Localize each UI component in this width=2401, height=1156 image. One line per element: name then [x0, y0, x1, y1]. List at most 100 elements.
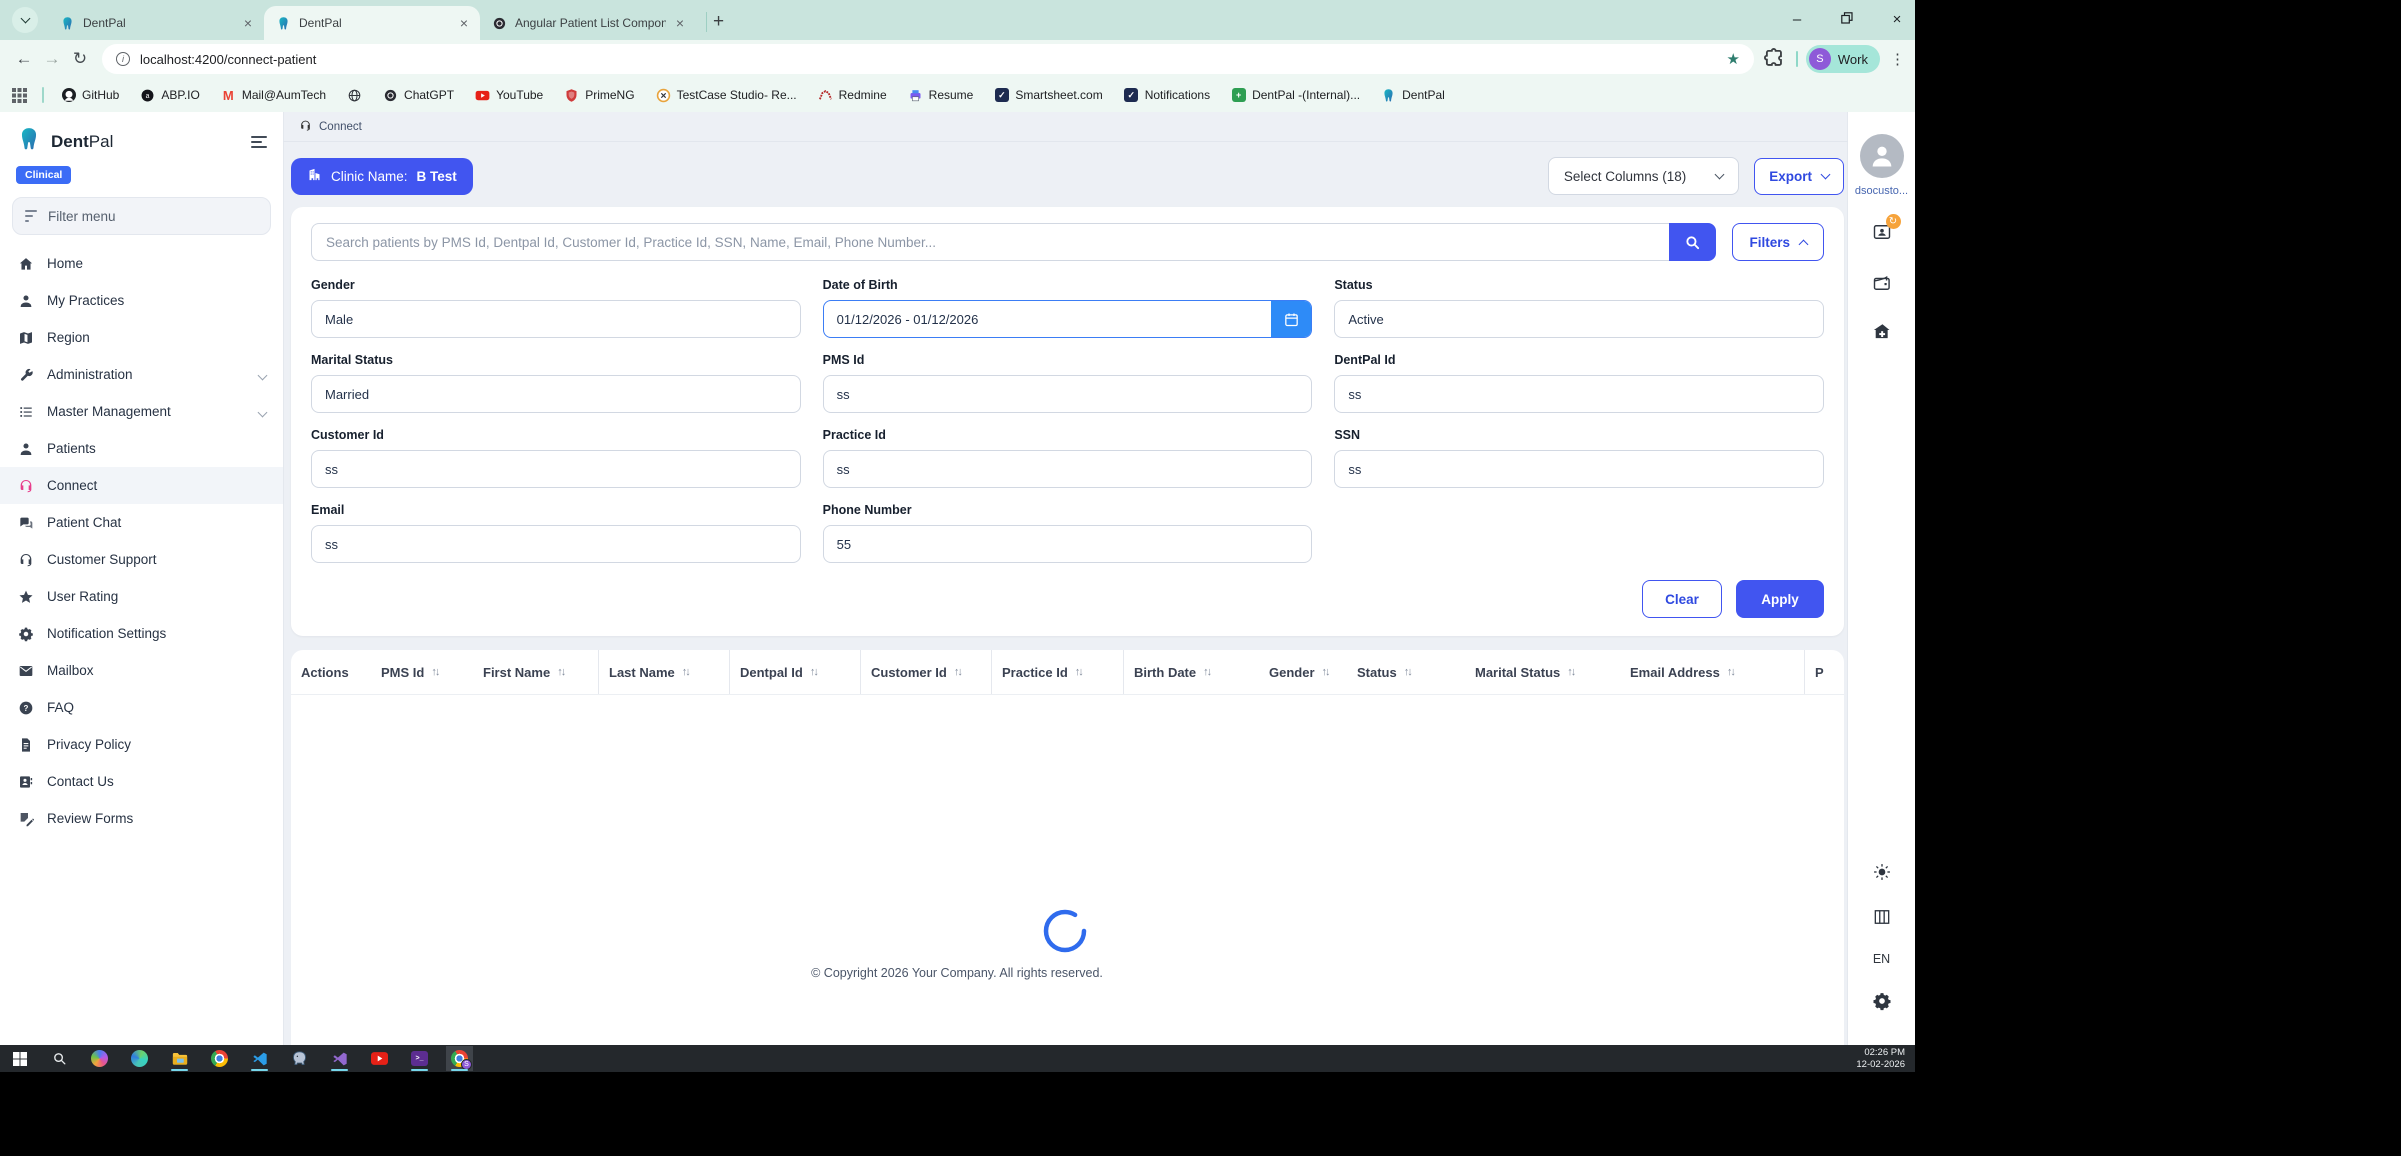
- sort-icon[interactable]: ↑↓: [1203, 666, 1212, 678]
- wallet-icon[interactable]: [1871, 272, 1893, 294]
- apply-button[interactable]: Apply: [1736, 580, 1824, 618]
- taskbar-terminal[interactable]: >_: [406, 1046, 433, 1071]
- sidebar-item-region[interactable]: Region: [0, 319, 283, 356]
- contact-sync-icon[interactable]: ↻: [1871, 214, 1901, 245]
- column-header-marital-status[interactable]: Marital Status ↑↓: [1465, 650, 1620, 694]
- sidebar-item-contact-us[interactable]: Contact Us: [0, 763, 283, 800]
- column-header-first-name[interactable]: First Name ↑↓: [473, 650, 599, 694]
- sidebar-item-privacy-policy[interactable]: Privacy Policy: [0, 726, 283, 763]
- sort-icon[interactable]: ↑↓: [1404, 666, 1413, 678]
- patient-search-input[interactable]: [311, 223, 1670, 261]
- taskbar-copilot[interactable]: [86, 1046, 113, 1071]
- theme-sun-icon[interactable]: [1872, 862, 1892, 882]
- forward-icon[interactable]: →: [38, 45, 66, 73]
- sidebar-item-mailbox[interactable]: Mailbox: [0, 652, 283, 689]
- column-header-pms-id[interactable]: PMS Id ↑↓: [371, 650, 473, 694]
- filter-ssn-input[interactable]: [1334, 450, 1824, 488]
- filters-toggle-button[interactable]: Filters: [1732, 223, 1824, 261]
- user-avatar[interactable]: [1859, 134, 1904, 178]
- sort-icon[interactable]: ↑↓: [1075, 666, 1084, 678]
- restore-button[interactable]: [1837, 11, 1857, 28]
- menu-filter-box[interactable]: [12, 197, 271, 235]
- filter-pms-id-input[interactable]: [822, 375, 1313, 413]
- filter-phone-number-input[interactable]: [822, 525, 1313, 563]
- browser-tab-angular-patient-list-componen[interactable]: Angular Patient List Componen ×: [480, 6, 696, 40]
- back-icon[interactable]: ←: [10, 45, 38, 73]
- taskbar-edge[interactable]: [126, 1046, 153, 1071]
- bookmark-github[interactable]: GitHub: [61, 88, 119, 103]
- sort-icon[interactable]: ↑↓: [810, 666, 819, 678]
- filter-date-of-birth-input[interactable]: 01/12/2026 - 01/12/2026: [822, 300, 1313, 338]
- extensions-icon[interactable]: [1762, 46, 1788, 72]
- filter-status-input[interactable]: [1334, 300, 1824, 338]
- calendar-button[interactable]: [1271, 301, 1312, 337]
- sidebar-item-faq[interactable]: ? FAQ: [0, 689, 283, 726]
- bookmark-abp-io[interactable]: a ABP.IO: [140, 88, 200, 103]
- bookmark-primeng[interactable]: PrimeNG: [564, 88, 635, 103]
- taskbar-pgadmin[interactable]: [286, 1046, 313, 1071]
- address-bar[interactable]: i localhost:4200/connect-patient ★: [102, 44, 1754, 74]
- sort-icon[interactable]: ↑↓: [1727, 666, 1736, 678]
- bookmark-redmine[interactable]: Redmine: [818, 88, 887, 103]
- sort-icon[interactable]: ↑↓: [682, 666, 691, 678]
- sort-icon[interactable]: ↑↓: [1322, 666, 1331, 678]
- sidebar-item-master-management[interactable]: Master Management: [0, 393, 283, 430]
- taskbar-chrome-profile[interactable]: S: [446, 1046, 473, 1071]
- tab-close-icon[interactable]: ×: [674, 15, 686, 31]
- search-button[interactable]: [1669, 223, 1717, 261]
- apps-grid-icon[interactable]: [12, 87, 27, 103]
- taskbar-chrome[interactable]: [206, 1046, 233, 1071]
- filter-marital-status-input[interactable]: [311, 375, 801, 413]
- bookmark-youtube[interactable]: YouTube: [475, 88, 543, 103]
- sort-icon[interactable]: ↑↓: [431, 666, 440, 678]
- site-info-icon[interactable]: i: [116, 52, 130, 66]
- home-plus-icon[interactable]: [1871, 321, 1893, 343]
- bookmark-testcase-studio-re[interactable]: TestCase Studio- Re...: [656, 88, 797, 103]
- sidebar-item-customer-support[interactable]: Customer Support: [0, 541, 283, 578]
- reload-icon[interactable]: ↻: [66, 45, 94, 73]
- taskbar-youtube[interactable]: [366, 1046, 393, 1071]
- filter-practice-id-input[interactable]: [822, 450, 1313, 488]
- close-button[interactable]: ×: [1887, 11, 1907, 28]
- taskbar-clock[interactable]: 02:26 PM 12-02-2026: [1856, 1047, 1915, 1071]
- sidebar-item-patients[interactable]: Patients: [0, 430, 283, 467]
- taskbar-file-explorer[interactable]: [166, 1046, 193, 1071]
- column-header-birth-date[interactable]: Birth Date ↑↓: [1124, 650, 1259, 694]
- column-header-gender[interactable]: Gender ↑↓: [1259, 650, 1347, 694]
- sidebar-item-home[interactable]: Home: [0, 245, 283, 282]
- column-header-email-address[interactable]: Email Address ↑↓: [1620, 650, 1805, 694]
- filter-gender-input[interactable]: [311, 300, 801, 338]
- browser-tab-dentpal[interactable]: DentPal ×: [264, 6, 480, 40]
- settings-gear-icon[interactable]: [1872, 991, 1892, 1011]
- taskbar-start[interactable]: [6, 1046, 33, 1071]
- bookmark-dentpal-internal[interactable]: + DentPal -(Internal)...: [1231, 88, 1360, 103]
- bookmark-chatgpt[interactable]: ChatGPT: [383, 88, 454, 103]
- browser-menu-icon[interactable]: ⋮: [1890, 50, 1905, 68]
- select-columns-dropdown[interactable]: Select Columns (18): [1547, 157, 1740, 195]
- sidebar-toggle-icon[interactable]: [251, 135, 267, 148]
- column-header-last-name[interactable]: Last Name ↑↓: [599, 650, 730, 694]
- sidebar-item-user-rating[interactable]: User Rating: [0, 578, 283, 615]
- bookmark-resume[interactable]: Resume: [908, 88, 973, 103]
- sort-icon[interactable]: ↑↓: [954, 666, 963, 678]
- bookmark-mail-aumtech[interactable]: M Mail@AumTech: [221, 88, 326, 103]
- filter-customer-id-input[interactable]: [311, 450, 801, 488]
- minimize-button[interactable]: –: [1787, 11, 1807, 28]
- tab-close-icon[interactable]: ×: [242, 15, 254, 31]
- sidebar-item-administration[interactable]: Administration: [0, 356, 283, 393]
- bookmark-smartsheet-com[interactable]: ✓ Smartsheet.com: [994, 88, 1103, 103]
- clear-button[interactable]: Clear: [1642, 580, 1722, 618]
- column-header-practice-id[interactable]: Practice Id ↑↓: [992, 650, 1124, 694]
- profile-chip[interactable]: S Work: [1805, 45, 1880, 73]
- sidebar-item-connect[interactable]: Connect: [0, 467, 283, 504]
- bookmark-star-icon[interactable]: ★: [1726, 50, 1739, 68]
- sidebar-item-review-forms[interactable]: Review Forms: [0, 800, 283, 837]
- language-switch[interactable]: EN: [1873, 952, 1890, 966]
- bookmark-notifications[interactable]: ✓ Notifications: [1124, 88, 1210, 103]
- column-header-status[interactable]: Status ↑↓: [1347, 650, 1465, 694]
- url-text[interactable]: localhost:4200/connect-patient: [140, 52, 1716, 67]
- sidebar-item-patient-chat[interactable]: Patient Chat: [0, 504, 283, 541]
- breadcrumb[interactable]: Connect: [283, 112, 1848, 142]
- layout-columns-icon[interactable]: [1872, 907, 1892, 927]
- sort-icon[interactable]: ↑↓: [1567, 666, 1576, 678]
